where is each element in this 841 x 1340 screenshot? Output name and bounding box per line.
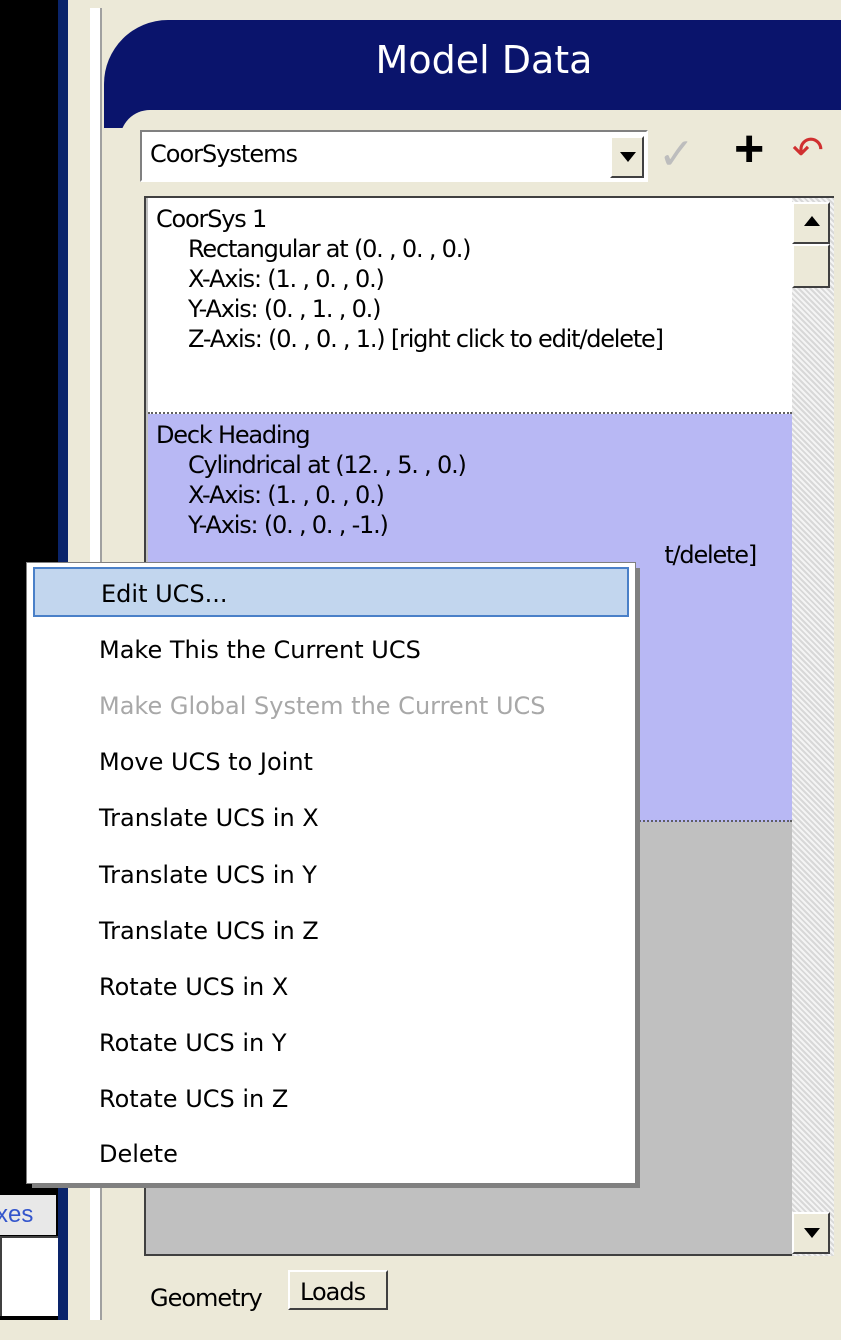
menu-item-edit-ucs[interactable]: Edit UCS... (33, 567, 629, 617)
list-item-line: X-Axis: (1. , 0. , 0.) (188, 265, 385, 293)
menu-item-move-ucs-to-joint[interactable]: Move UCS to Joint (33, 737, 629, 787)
arrow-up-icon (804, 216, 820, 226)
chevron-down-icon (620, 152, 636, 162)
left-tab-label[interactable]: xes (0, 1195, 56, 1235)
list-item-line: Rectangular at (0. , 0. , 0.) (188, 235, 472, 263)
menu-item-translate-x[interactable]: Translate UCS in X (33, 793, 629, 843)
plus-icon[interactable]: + (734, 123, 774, 175)
context-menu: Edit UCS... Make This the Current UCS Ma… (26, 562, 636, 1184)
menu-item-translate-y[interactable]: Translate UCS in Y (33, 850, 629, 900)
checkmark-icon[interactable]: ✓ (658, 130, 706, 180)
list-item-line: Z-Axis: (0. , 0. , 1.) [right click to e… (188, 325, 664, 353)
scroll-thumb[interactable] (792, 244, 830, 288)
arrow-down-icon (804, 1228, 820, 1238)
list-scrollbar[interactable] (792, 196, 834, 1256)
scroll-down-button[interactable] (792, 1212, 830, 1254)
menu-item-translate-z[interactable]: Translate UCS in Z (33, 906, 629, 956)
tab-geometry[interactable]: Geometry (144, 1274, 290, 1330)
list-item-name: CoorSys 1 (156, 205, 267, 233)
list-item-line: X-Axis: (1. , 0. , 0.) (188, 481, 385, 509)
menu-item-rotate-x[interactable]: Rotate UCS in X (33, 962, 629, 1012)
list-item-line: Y-Axis: (0. , 1. , 0.) (188, 295, 381, 323)
list-item-line: Cylindrical at (12. , 5. , 0.) (188, 451, 467, 479)
menu-item-rotate-z[interactable]: Rotate UCS in Z (33, 1074, 629, 1124)
panel-title: Model Data (375, 38, 593, 82)
list-item-name: Deck Heading (156, 421, 311, 449)
left-field[interactable] (0, 1236, 58, 1316)
left-tab-label-text: xes (0, 1201, 34, 1228)
menu-item-make-global-current-ucs: Make Global System the Current UCS (99, 692, 546, 720)
menu-item-delete[interactable]: Delete (33, 1129, 629, 1179)
undo-icon[interactable]: ↶ (792, 126, 832, 176)
list-item-line: Y-Axis: (0. , 0. , -1.) (188, 511, 389, 539)
list-item[interactable]: CoorSys 1 Rectangular at (0. , 0. , 0.) … (148, 198, 792, 414)
menu-item-rotate-y[interactable]: Rotate UCS in Y (33, 1018, 629, 1068)
menu-item-make-current-ucs[interactable]: Make This the Current UCS (33, 625, 629, 675)
category-dropdown-button[interactable] (610, 136, 644, 178)
category-select-value: CoorSystems (150, 140, 298, 168)
scroll-up-button[interactable] (792, 202, 830, 244)
tab-loads[interactable]: Loads (288, 1270, 388, 1310)
